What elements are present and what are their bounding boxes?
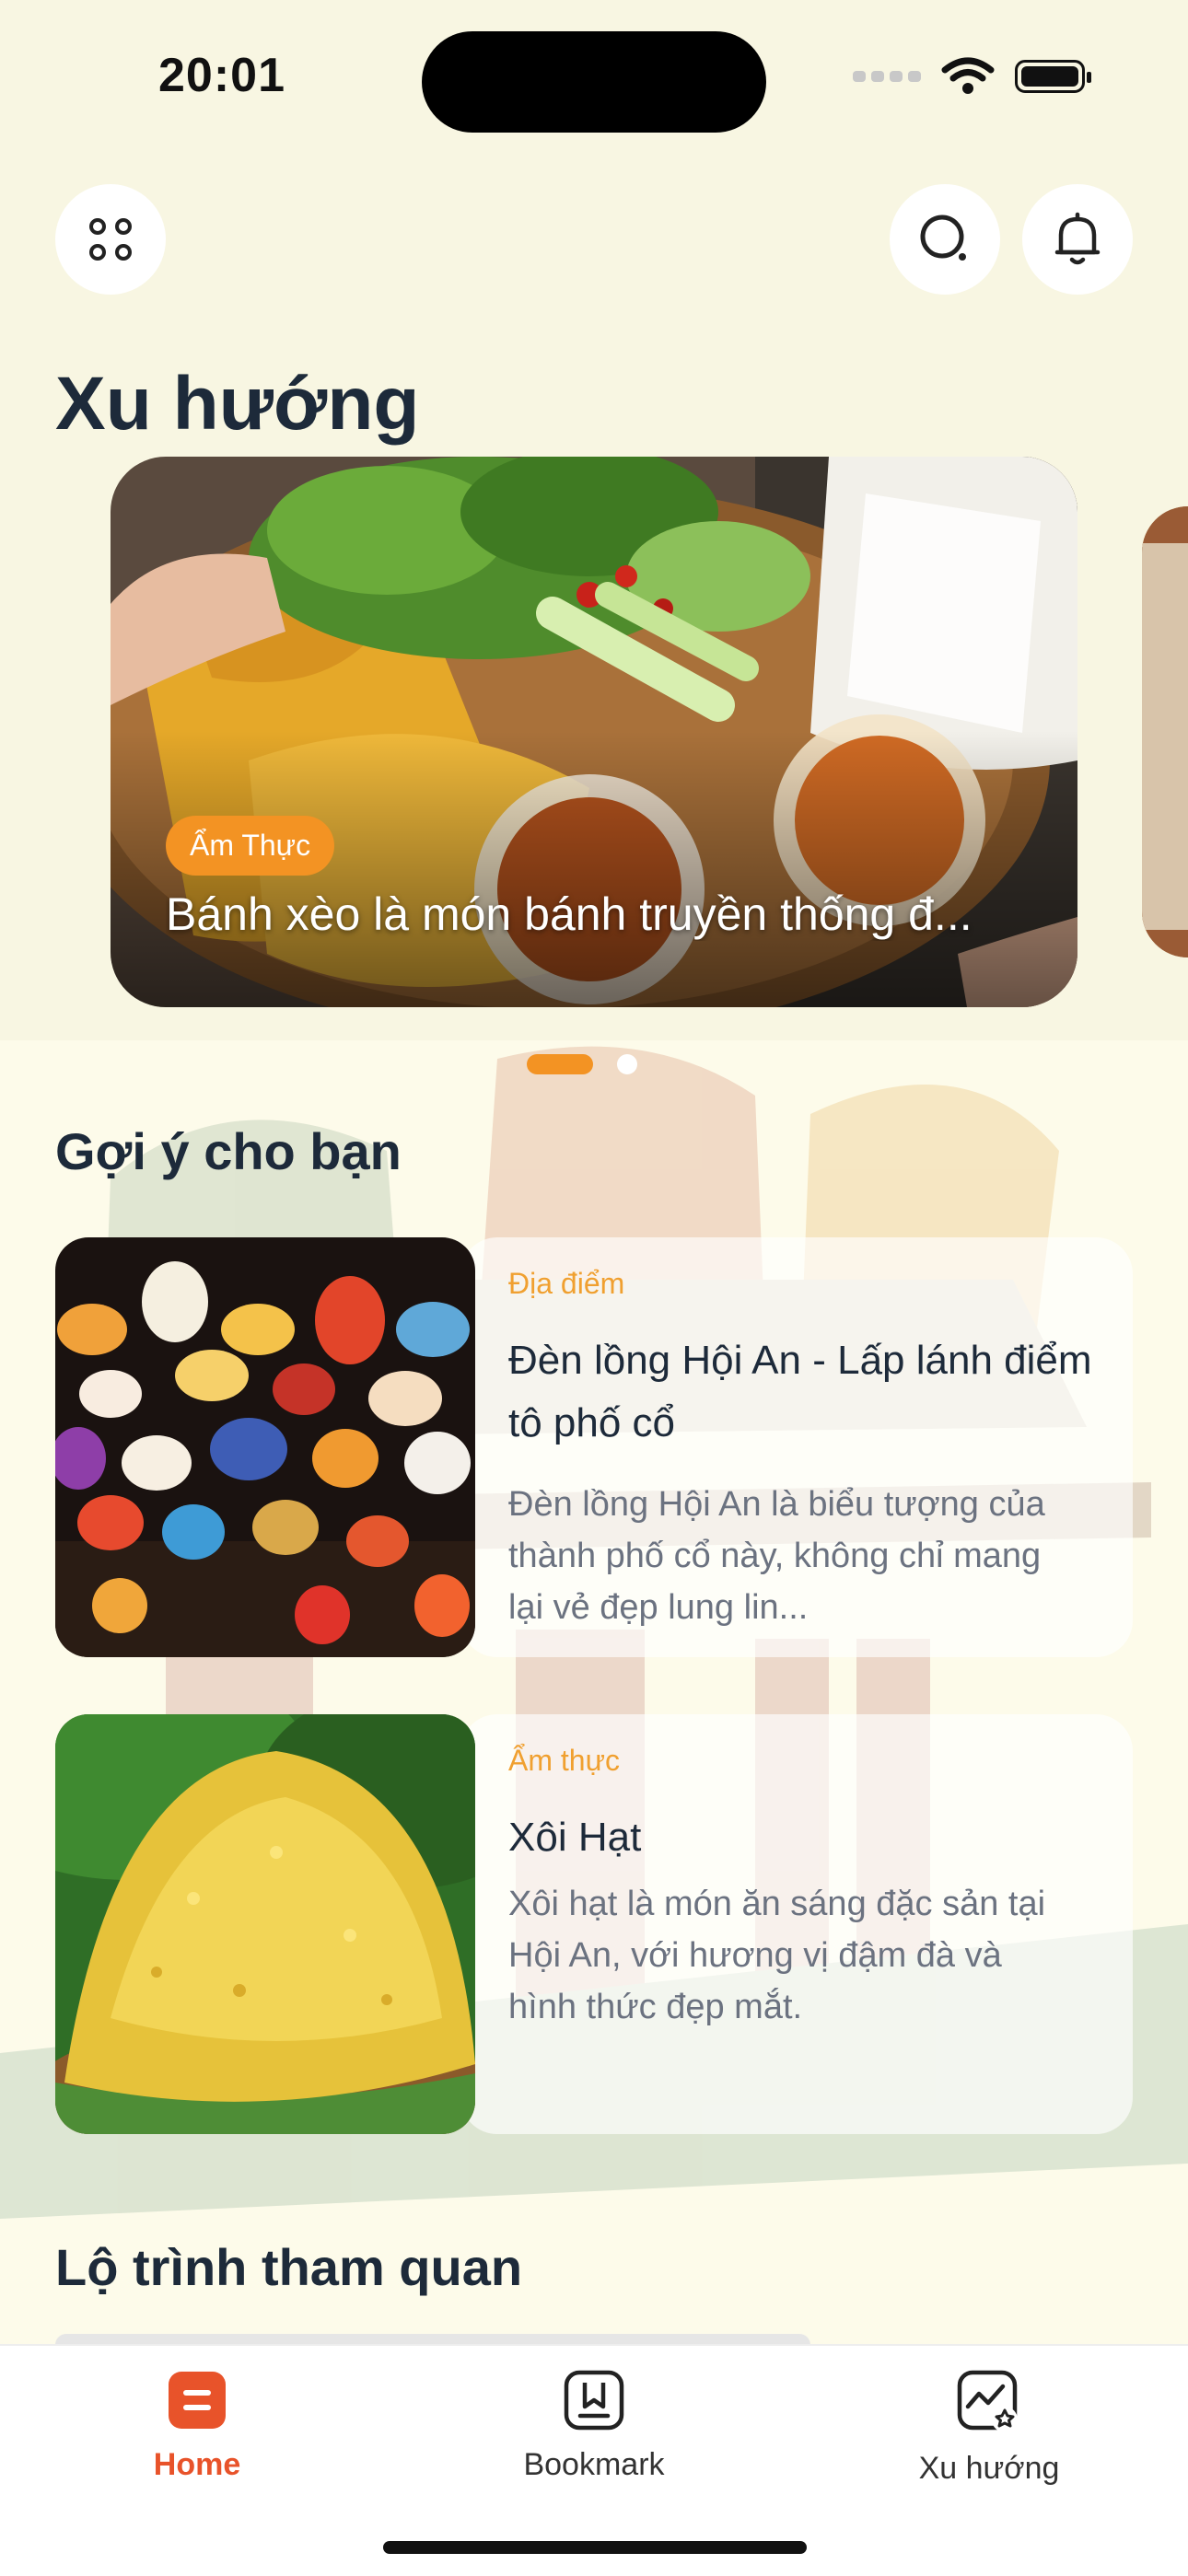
tab-home[interactable]: Home [87,2370,308,2483]
next-card-image [1142,506,1188,957]
suggestion-description: Đèn lồng Hội An là biểu tượng của thành … [508,1485,1045,1627]
suggestion-category-tag: Ẩm thực [508,1744,620,1777]
suggestions-section-title: Gợi ý cho bạn [55,1122,402,1180]
tour-routes-section-title: Lộ trình tham quan [55,2238,523,2296]
lantern-image [55,1237,475,1657]
home-indicator[interactable] [383,2541,807,2554]
suggestion-description: Xôi hạt là món ăn sáng đặc sản tại Hội A… [508,1885,1046,2026]
bell-icon [1054,212,1101,265]
suggestion-title: Xôi Hạt [508,1815,642,1860]
suggestion-card[interactable]: Ẩm thực Xôi Hạt Xôi hạt là món ăn sáng đ… [55,1714,1133,2134]
search-button[interactable] [890,184,1000,295]
wifi-icon [941,57,995,94]
battery-icon [1015,60,1091,93]
trending-section-title: Xu hướng [55,362,420,446]
home-icon [169,2372,226,2429]
trending-headline: Bánh xèo là món bánh truyền thống đ... [166,888,973,940]
dynamic-island [422,31,766,133]
hoi-an-background-illustration [0,1046,1188,2219]
next-trending-card[interactable] [1142,506,1188,957]
tab-trending[interactable]: Xu hướng [879,2370,1100,2487]
content-background [0,1040,1188,2344]
tab-bookmark-label: Bookmark [523,2447,665,2482]
search-icon [920,215,966,261]
pagination-dot[interactable] [617,1054,637,1074]
suggestion-title: Đèn lồng Hội An - Lấp lánh điểm tô phố c… [508,1338,1092,1445]
trending-category-tag: Ẩm Thực [166,816,335,876]
suggestion-category-tag: Địa điểm [508,1267,625,1300]
status-icons [853,57,1091,96]
tab-bookmark[interactable]: Bookmark [483,2370,705,2483]
tab-home-label: Home [153,2447,241,2482]
menu-button[interactable] [55,184,166,295]
cellular-signal-icon [853,71,921,82]
trending-icon [957,2370,1018,2432]
xoi-hat-image [55,1714,475,2134]
trending-card[interactable]: Ẩm Thực Bánh xèo là món bánh truyền thốn… [111,457,1077,1007]
status-time: 20:01 [158,49,285,102]
notification-button[interactable] [1022,184,1133,295]
tab-trending-label: Xu hướng [918,2451,1060,2486]
carousel-pagination[interactable] [527,1054,637,1074]
pagination-dot-active[interactable] [527,1054,593,1074]
suggestion-card[interactable]: Địa điểm Đèn lồng Hội An - Lấp lánh điểm… [55,1237,1133,1657]
bookmark-icon [564,2370,624,2431]
grid-dots-icon [89,218,132,261]
